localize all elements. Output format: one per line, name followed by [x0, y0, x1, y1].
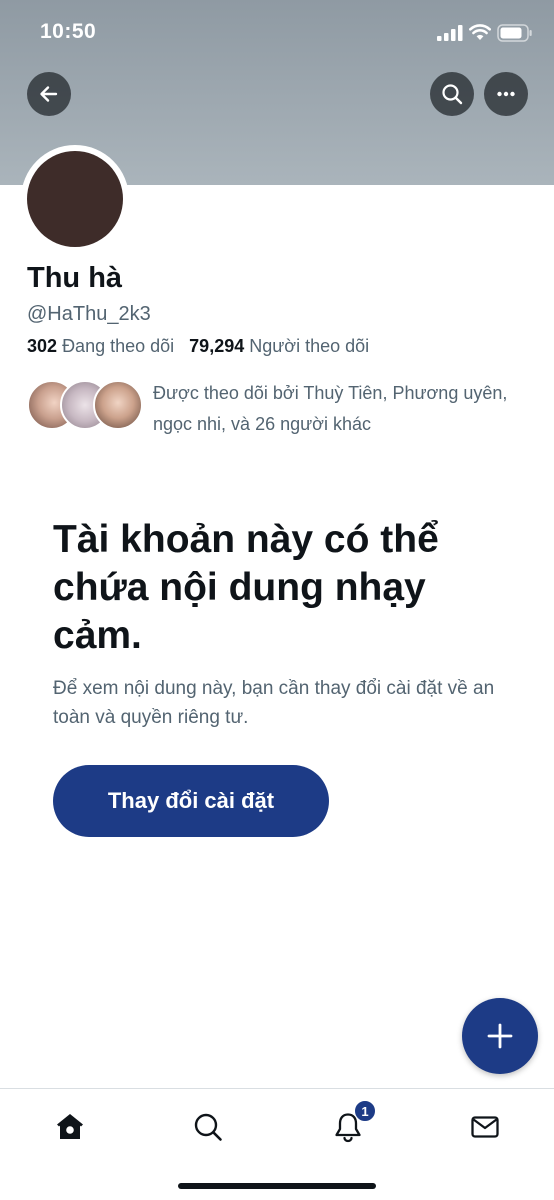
- profile-handle: @HaThu_2k3: [27, 303, 151, 325]
- search-button[interactable]: [430, 72, 474, 116]
- followed-by-text[interactable]: Được theo dõi bởi Thuỳ Tiên, Phương uyên…: [153, 378, 523, 440]
- home-indicator: [178, 1183, 376, 1189]
- following-label: Đang theo dõi: [62, 336, 175, 356]
- notification-badge: 1: [354, 1100, 376, 1122]
- change-settings-button[interactable]: Thay đổi cài đặt: [53, 765, 329, 837]
- arrow-left-icon: [40, 86, 58, 102]
- back-button[interactable]: [27, 72, 71, 116]
- profile-display-name: Thu hà: [27, 262, 123, 294]
- mutual-follower-avatar: [93, 380, 143, 430]
- wifi-icon: [469, 24, 491, 40]
- follow-stats: 302 Đang theo dõi 79,294 Người theo dõi: [27, 336, 369, 357]
- more-options-button[interactable]: [484, 72, 528, 116]
- followers-link[interactable]: 79,294 Người theo dõi: [189, 336, 369, 356]
- cellular-signal-icon: [437, 25, 463, 41]
- sensitive-content-description: Để xem nội dung này, bạn cần thay đổi cà…: [53, 678, 495, 728]
- mutual-followers-avatars[interactable]: [27, 380, 143, 432]
- nav-messages[interactable]: [465, 1107, 505, 1147]
- status-time: 10:50: [40, 20, 97, 43]
- followers-label: Người theo dõi: [249, 336, 370, 356]
- nav-search[interactable]: [188, 1107, 228, 1147]
- more-horizontal-icon: [497, 91, 515, 97]
- following-count: 302: [27, 336, 58, 356]
- compose-tweet-button[interactable]: [462, 998, 538, 1074]
- following-link[interactable]: 302 Đang theo dõi: [27, 336, 174, 356]
- followers-count: 79,294: [189, 336, 245, 356]
- search-icon: [194, 1113, 222, 1141]
- search-icon: [442, 84, 463, 105]
- sensitive-content-title: Tài khoản này có thể chứa nội dung nhạy …: [53, 518, 439, 657]
- plus-icon: [487, 1023, 513, 1049]
- battery-icon: [497, 24, 532, 42]
- status-bar: 10:50: [0, 0, 554, 66]
- nav-home[interactable]: [50, 1107, 90, 1147]
- home-icon: [57, 1114, 83, 1139]
- mail-icon: [471, 1116, 499, 1138]
- avatar[interactable]: [27, 151, 123, 247]
